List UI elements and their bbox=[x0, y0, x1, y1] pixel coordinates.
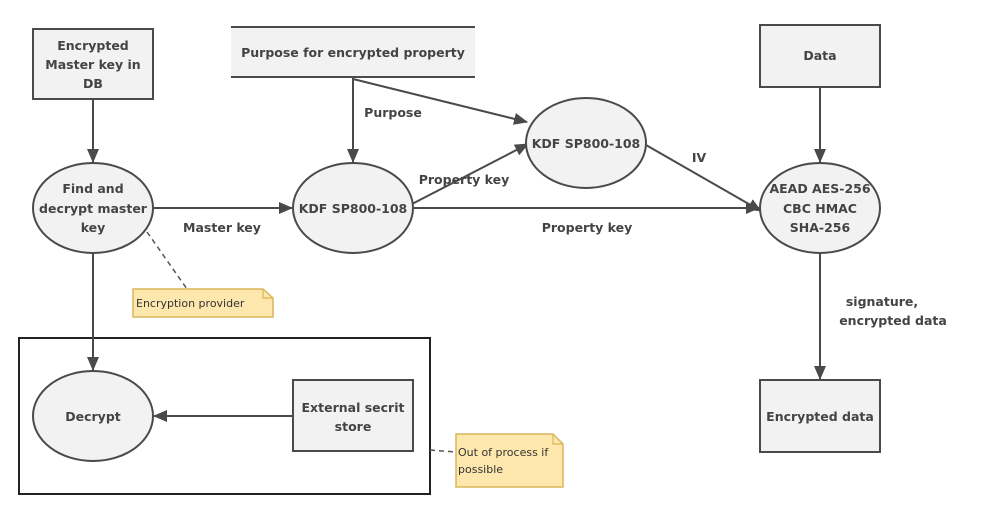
node-encrypted-data[interactable]: Encrypted data bbox=[759, 379, 881, 453]
label: Master key in bbox=[45, 57, 140, 72]
edge-label-property-key-2: Property key bbox=[542, 220, 633, 235]
node-aead[interactable]: AEAD AES-256 CBC HMAC SHA-256 bbox=[759, 162, 881, 254]
edge-label-iv: IV bbox=[692, 150, 707, 165]
label: store bbox=[335, 419, 372, 434]
node-data[interactable]: Data bbox=[759, 24, 881, 88]
note-text: Out of process if bbox=[458, 446, 549, 459]
note-out-of-process[interactable]: Out of process if possible bbox=[455, 433, 564, 488]
label: Encrypted data bbox=[766, 409, 874, 424]
node-encrypted-master-key[interactable]: Encrypted Master key in DB bbox=[32, 28, 154, 100]
node-kdf1[interactable]: KDF SP800-108 bbox=[292, 162, 414, 254]
node-find-decrypt[interactable]: Find and decrypt master key bbox=[32, 162, 154, 254]
label: CBC HMAC bbox=[783, 201, 857, 216]
note-encryption-provider[interactable]: Encryption provider bbox=[132, 288, 274, 318]
node-kdf2[interactable]: KDF SP800-108 bbox=[525, 97, 647, 189]
label: External secrit bbox=[302, 400, 405, 415]
label: Data bbox=[803, 48, 836, 63]
label: AEAD AES-256 bbox=[769, 181, 870, 196]
label: Find and bbox=[62, 181, 123, 196]
edge-label-output: encrypted data bbox=[839, 313, 947, 328]
node-purpose[interactable]: Purpose for encrypted property bbox=[231, 26, 475, 78]
edge-label-master-key: Master key bbox=[183, 220, 261, 235]
label: Decrypt bbox=[65, 409, 121, 424]
edge-label-output: signature, bbox=[846, 294, 918, 309]
note-text: possible bbox=[458, 463, 503, 476]
edge-label-purpose: Purpose bbox=[364, 105, 422, 120]
label: decrypt master bbox=[39, 201, 148, 216]
edge-label-property-key-1: Property key bbox=[419, 172, 510, 187]
note-connector-process bbox=[429, 449, 457, 453]
diagram: Encrypted Master key in DB Purpose for e… bbox=[18, 24, 947, 495]
label: DB bbox=[83, 76, 103, 91]
label: key bbox=[81, 220, 106, 235]
label: KDF SP800-108 bbox=[299, 201, 408, 216]
label: Purpose for encrypted property bbox=[241, 45, 465, 60]
label: KDF SP800-108 bbox=[532, 136, 641, 151]
note-connector-provider bbox=[146, 231, 188, 290]
node-external-store[interactable]: External secrit store bbox=[292, 379, 414, 452]
label: SHA-256 bbox=[790, 220, 851, 235]
label: Encrypted bbox=[57, 38, 129, 53]
node-decrypt[interactable]: Decrypt bbox=[32, 370, 154, 462]
note-text: Encryption provider bbox=[136, 297, 245, 310]
